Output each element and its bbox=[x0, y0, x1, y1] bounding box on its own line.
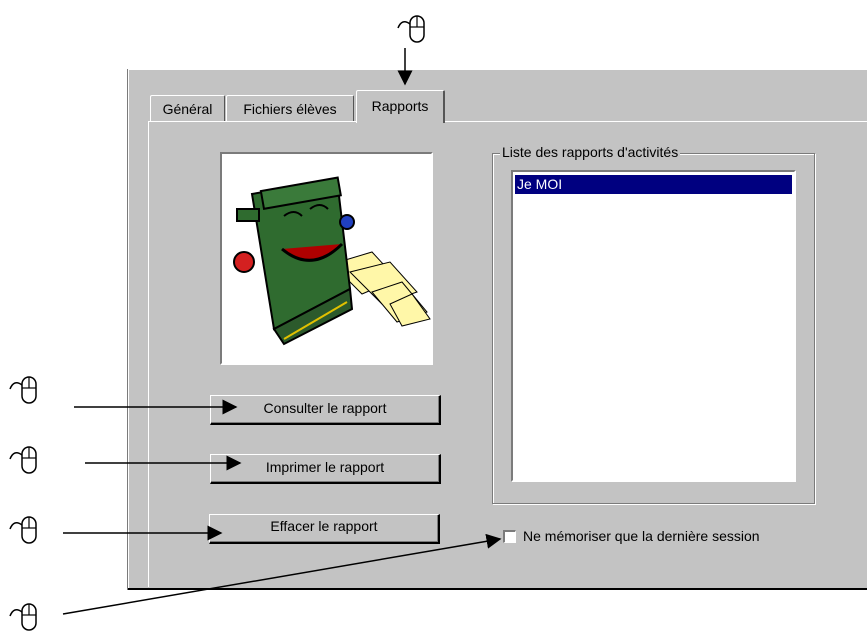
tab-rapports[interactable]: Rapports bbox=[356, 90, 445, 123]
mouse-click-icon bbox=[397, 15, 425, 43]
arrow-to-checkbox bbox=[62, 533, 502, 615]
mouse-click-icon bbox=[9, 603, 37, 631]
mouse-click-icon bbox=[9, 516, 37, 544]
mouse-click-icon bbox=[9, 376, 37, 404]
mouse-click-icon bbox=[9, 446, 37, 474]
